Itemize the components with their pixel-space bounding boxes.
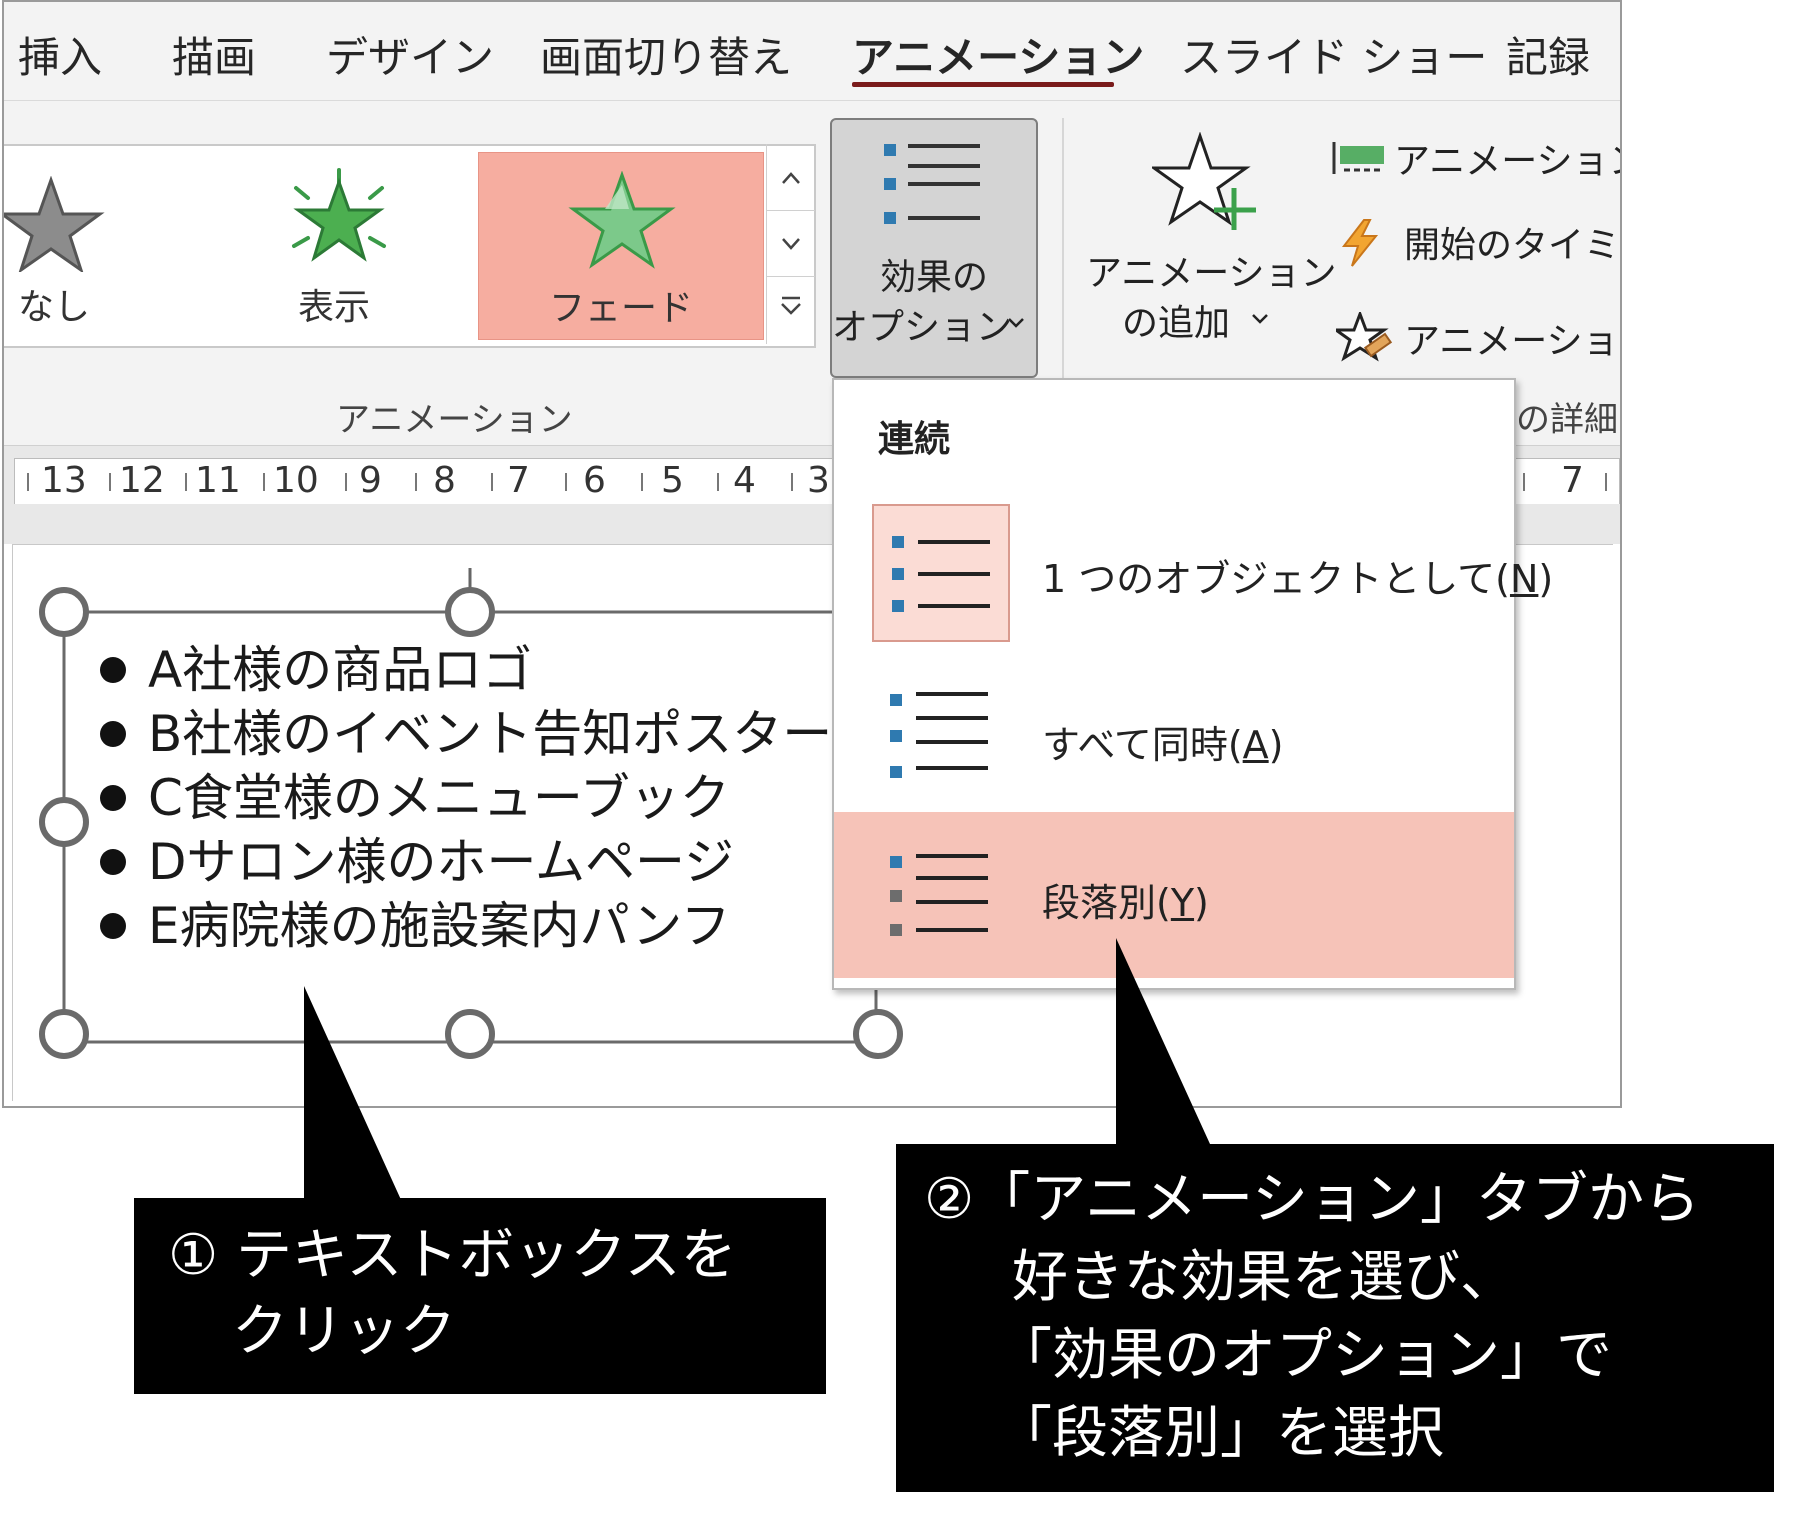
textbox-line-text: B社様のイベント告知ポスター: [148, 705, 833, 763]
callout-2-line-4: 「段落別」を選択: [996, 1401, 1444, 1466]
effect-options-label-2: オプション: [832, 307, 1013, 348]
callout-1: ① テキストボックスを クリック: [134, 1198, 826, 1394]
textbox-line[interactable]: E病院様の施設案内パンフ: [100, 886, 731, 958]
ruler-number: 13: [41, 460, 87, 501]
animation-painter-label: アニメーション: [1404, 321, 1620, 362]
animation-pane-button[interactable]: アニメーション: [1330, 132, 1622, 182]
chevron-up-icon: [782, 172, 800, 184]
textbox-line-text: A社様の商品ロゴ: [148, 641, 533, 699]
ruler-number: 9: [359, 460, 382, 501]
textbox-line[interactable]: A社様の商品ロゴ: [100, 630, 532, 702]
trigger-label: 開始のタイミン: [1404, 225, 1621, 266]
by-paragraph-icon: [890, 854, 988, 936]
add-animation-button[interactable]: アニメーション の追加: [1086, 128, 1337, 358]
star-appear-icon: [292, 168, 386, 262]
active-tab-indicator: [852, 82, 1114, 87]
gallery-item-appear[interactable]: 表示: [234, 146, 434, 346]
menu-item-all-at-once[interactable]: すべて同時(A): [834, 646, 1514, 812]
textbox-line[interactable]: B社様のイベント告知ポスター: [100, 694, 832, 766]
powerpoint-window: 挿入 描画 デザイン 画面切り替え アニメーション スライド ショー 記録 なし: [2, 0, 1622, 1108]
gallery-scroll-down-button[interactable]: [767, 210, 815, 277]
ribbon-group-separator: [1062, 118, 1064, 378]
gallery-label-none: なし: [17, 287, 90, 328]
gallery-more-button[interactable]: [767, 276, 815, 342]
callout-2-line-3: 「効果のオプション」で: [996, 1323, 1612, 1388]
ribbon-tab-bar: 挿入 描画 デザイン 画面切り替え アニメーション スライド ショー 記録: [4, 2, 1620, 101]
bullet-icon: [100, 912, 126, 939]
ruler-number: 3: [807, 460, 830, 501]
ruler-number: 5: [661, 460, 684, 501]
tab-record[interactable]: 記録: [1506, 24, 1590, 85]
callout-2-pointer: [1116, 938, 1210, 1144]
callout-1-pointer: [304, 986, 402, 1202]
animation-pane-label: アニメーション: [1394, 141, 1622, 182]
all-at-once-icon: [890, 692, 988, 778]
textbox-line-text: E病院様の施設案内パンフ: [148, 897, 731, 955]
textbox-line[interactable]: Dサロン様のホームページ: [100, 822, 734, 894]
effect-options-label-1: 効果の: [879, 257, 988, 298]
gallery-scroll-up-button[interactable]: [767, 144, 815, 211]
tab-animations[interactable]: アニメーション: [852, 24, 1144, 85]
menu-item-label: すべて同時(A): [1042, 723, 1284, 767]
textbox-line-text: C食堂様のメニューブック: [148, 769, 730, 827]
bullet-icon: [100, 656, 126, 683]
tab-transitions[interactable]: 画面切り替え: [540, 24, 792, 85]
chevron-down-icon: [1252, 314, 1268, 324]
callout-1-line-1: ① テキストボックスを: [168, 1223, 737, 1288]
callout-1-line-2: クリック: [232, 1299, 456, 1364]
animation-painter-button[interactable]: アニメーション: [1330, 308, 1620, 364]
lightning-icon: [1341, 219, 1379, 267]
effect-options-icon: [884, 144, 980, 224]
ruler-number: 10: [273, 460, 319, 501]
as-one-object-icon-box: [872, 504, 1010, 642]
ruler-number: 6: [583, 460, 606, 501]
callout-2-line-2: 好きな効果を選び、: [1012, 1245, 1516, 1310]
animation-gallery: なし 表示 フェード: [4, 144, 816, 348]
callout-2-line-1: ②「アニメーション」タブから: [924, 1167, 1700, 1232]
gallery-label-fade: フェード: [548, 288, 693, 329]
ruler-number: 7: [1561, 460, 1584, 501]
animation-group-label: アニメーション: [336, 400, 573, 440]
ruler-number: 12: [119, 460, 165, 501]
star-none-icon: [4, 176, 105, 272]
chevron-down-icon: [1008, 318, 1024, 328]
as-one-object-icon: [892, 536, 990, 612]
dropdown-header: 連続: [878, 419, 951, 460]
gallery-label-appear: 表示: [297, 287, 370, 328]
gallery-scroll: [766, 144, 815, 344]
ruler-number: 11: [195, 460, 241, 501]
ruler-number: 8: [433, 460, 456, 501]
chevron-down-icon: [782, 238, 800, 250]
tab-design[interactable]: デザイン: [326, 24, 494, 85]
effect-options-button[interactable]: 効果の オプション: [830, 118, 1038, 378]
advanced-group-label: の詳細: [1516, 400, 1618, 440]
star-add-icon: [1152, 132, 1256, 230]
menu-item-label: 段落別(Y): [1042, 881, 1209, 925]
ruler-number: 4: [733, 460, 756, 501]
effect-options-dropdown: 連続 1 つのオブジェクトとして(N) すべて同時(A) 段落別(Y): [832, 378, 1553, 990]
gallery-item-none[interactable]: なし: [4, 146, 105, 346]
callout-2: ②「アニメーション」タブから 好きな効果を選び、 「効果のオプション」で 「段落…: [896, 1144, 1774, 1492]
menu-item-label: 1 つのオブジェクトとして(N): [1042, 557, 1554, 601]
tab-slideshow[interactable]: スライド ショー: [1180, 24, 1487, 85]
animation-painter-icon: [1336, 312, 1393, 362]
add-animation-label-1: アニメーション: [1086, 253, 1337, 294]
star-fade-icon: [568, 171, 676, 269]
gallery-item-fade[interactable]: フェード: [478, 152, 764, 340]
bullet-icon: [100, 720, 126, 747]
tab-draw[interactable]: 描画: [172, 24, 256, 85]
menu-item-as-one-object[interactable]: 1 つのオブジェクトとして(N): [834, 480, 1553, 646]
more-dropdown-icon: [781, 296, 801, 315]
textbox-line-text: Dサロン様のホームページ: [148, 833, 735, 891]
animation-pane-icon: [1332, 142, 1384, 174]
bullet-icon: [100, 848, 126, 875]
ruler-number: 7: [507, 460, 530, 501]
add-animation-label-2: の追加: [1122, 303, 1231, 344]
bullet-icon: [100, 784, 126, 811]
tab-insert[interactable]: 挿入: [18, 24, 102, 85]
textbox-line[interactable]: C食堂様のメニューブック: [100, 758, 730, 830]
trigger-button[interactable]: 開始のタイミン: [1330, 216, 1621, 267]
